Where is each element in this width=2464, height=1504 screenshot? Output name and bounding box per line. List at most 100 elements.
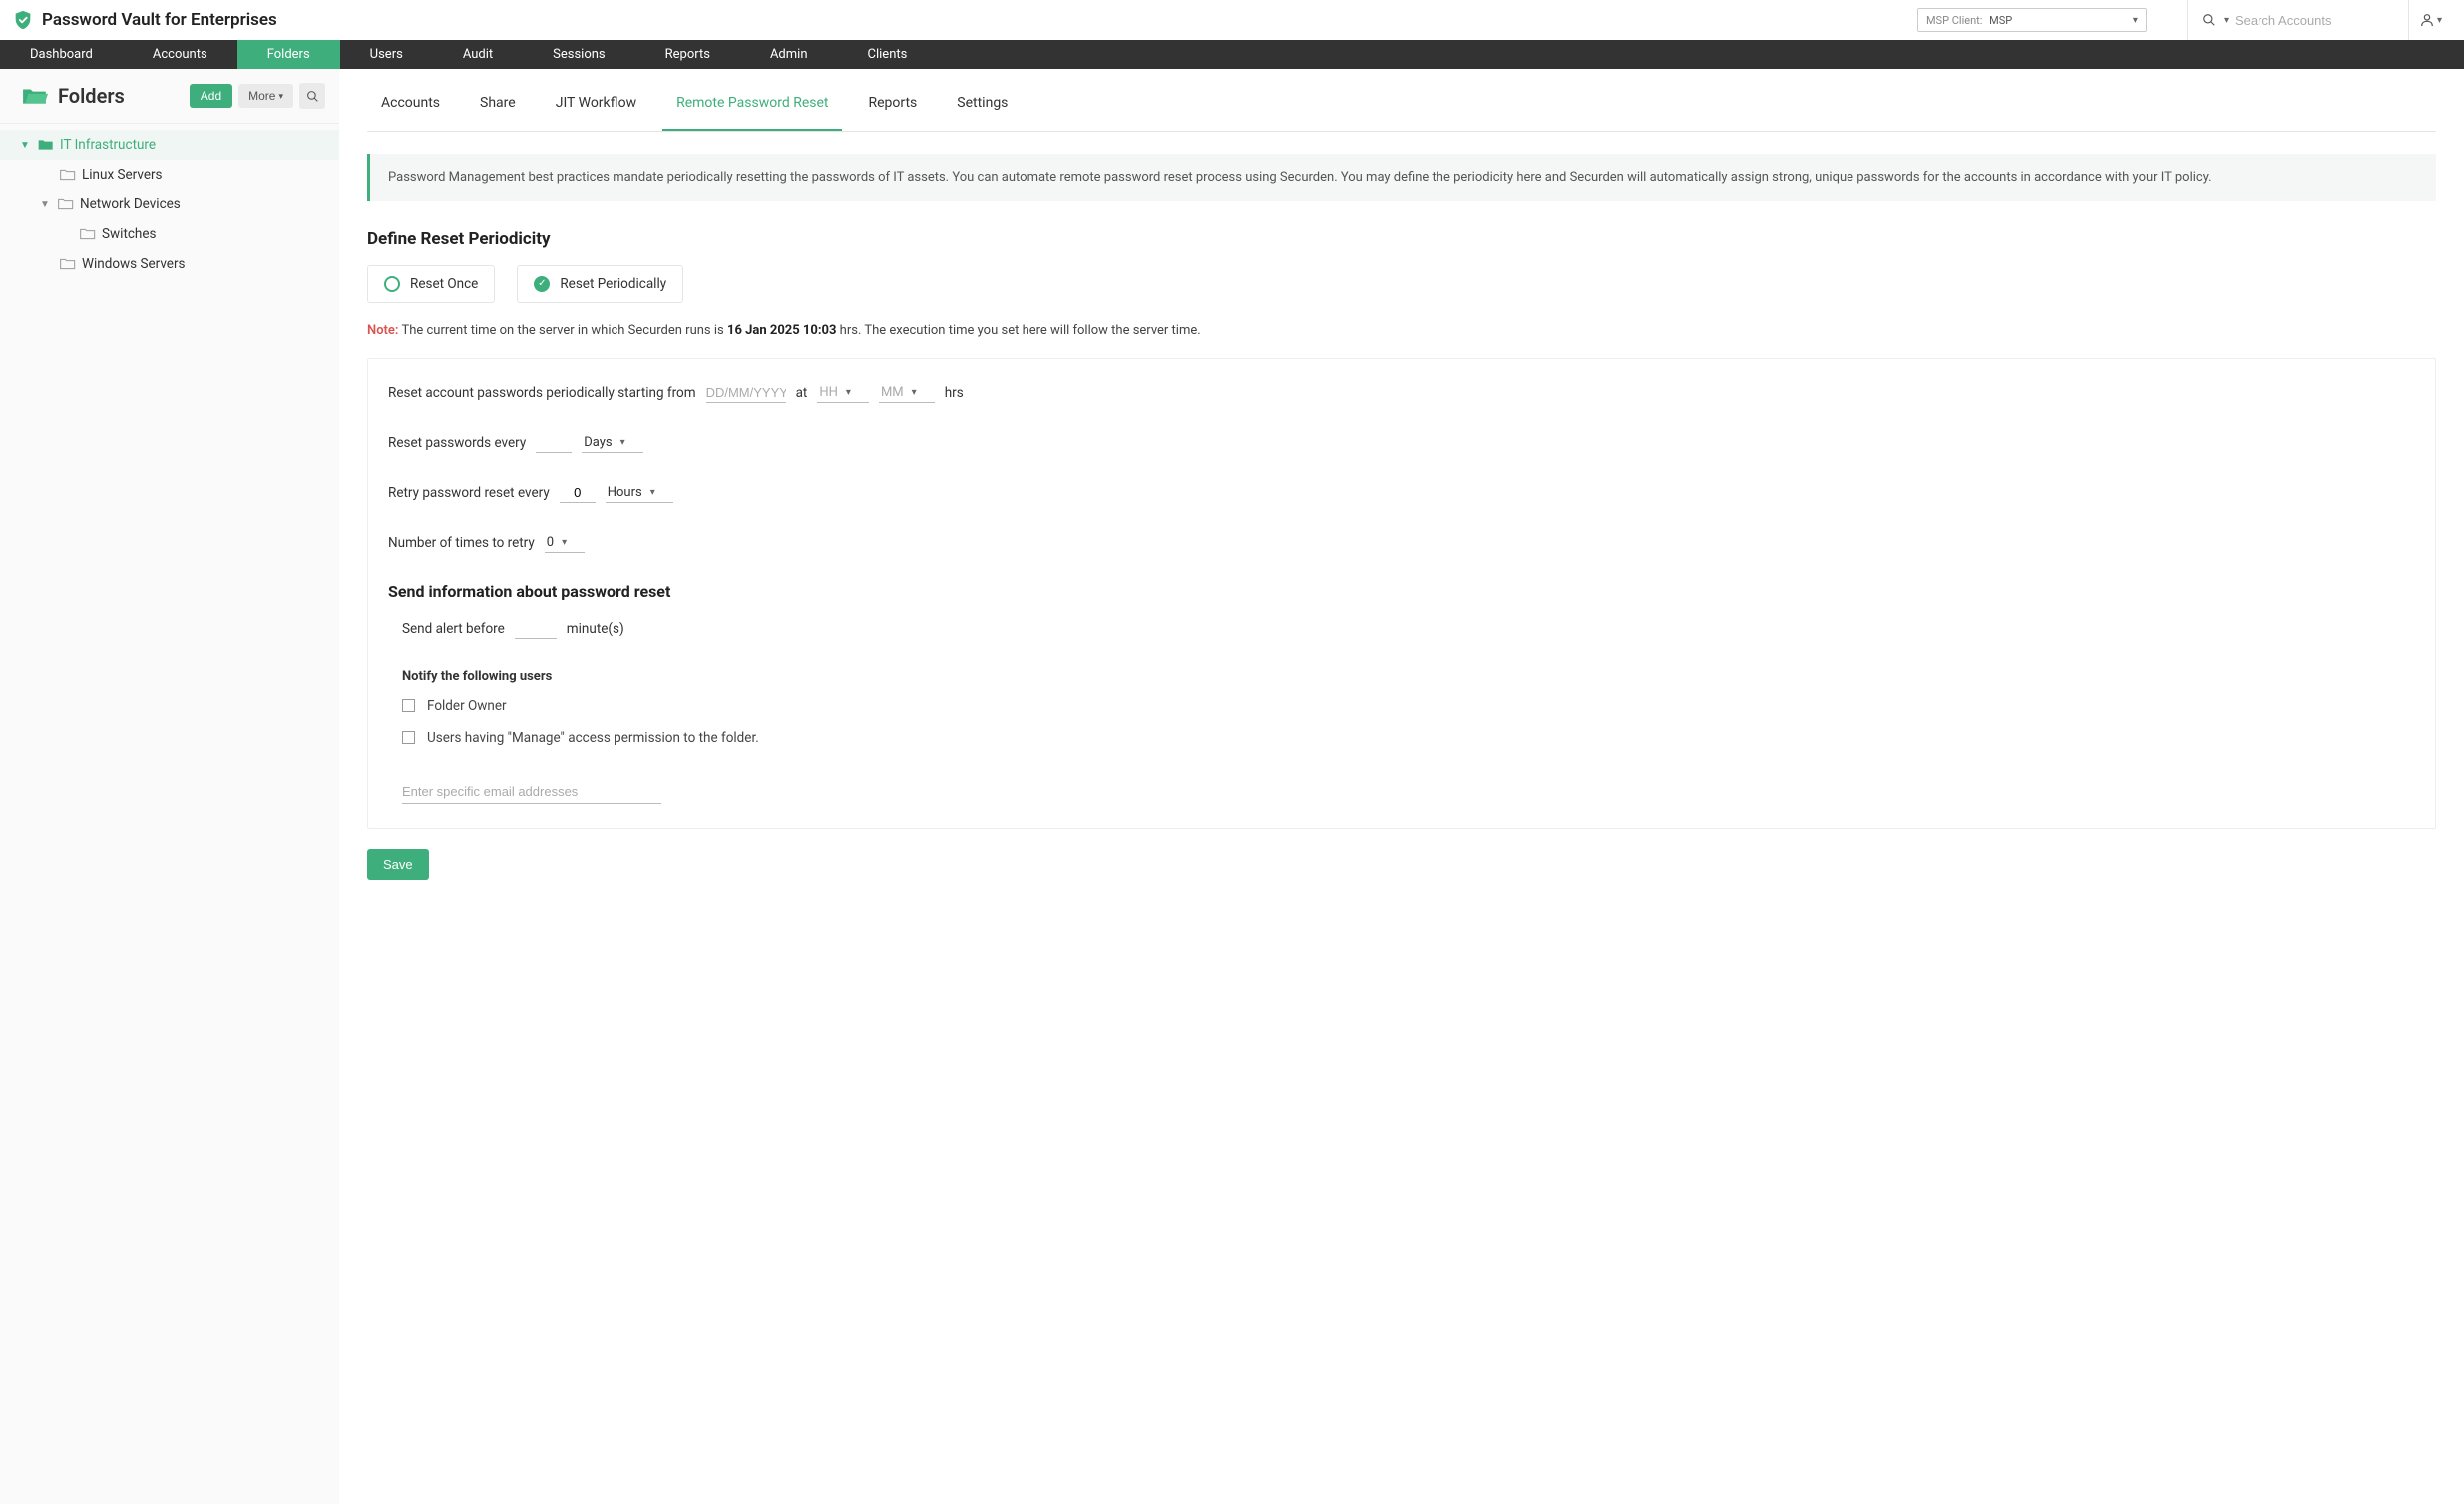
chevron-down-icon: ▾ <box>650 487 655 498</box>
folder-icon <box>58 197 74 211</box>
retry-count-select[interactable]: 0 ▾ <box>545 533 585 553</box>
folder-icon <box>38 138 54 152</box>
check-manage-users[interactable]: Users having "Manage" access permission … <box>402 730 2415 746</box>
sidebar: Folders Add More ▾ ▼ IT Infrastructure L… <box>0 69 339 1504</box>
notify-block: Send alert before minute(s) Notify the f… <box>388 619 2415 804</box>
checkbox-icon <box>402 699 415 712</box>
sidebar-title: Folders <box>58 84 190 108</box>
search-icon <box>306 90 319 103</box>
check-label: Folder Owner <box>427 698 507 714</box>
body-wrap: Folders Add More ▾ ▼ IT Infrastructure L… <box>0 69 2464 1504</box>
msp-client-select[interactable]: MSP Client: MSP ▾ <box>1917 8 2147 32</box>
notify-users-label: Notify the following users <box>402 669 2415 684</box>
email-addresses-input[interactable] <box>402 780 661 804</box>
reset-every-unit-select[interactable]: Days ▾ <box>582 433 642 453</box>
form-row-start-date: Reset account passwords periodically sta… <box>388 383 2415 403</box>
chevron-down-icon[interactable]: ▾ <box>2224 15 2229 26</box>
form-label: Send alert before <box>402 621 505 637</box>
alert-before-input[interactable] <box>515 619 557 639</box>
radio-label: Reset Once <box>410 276 478 292</box>
folder-tree: ▼ IT Infrastructure Linux Servers ▼ Netw… <box>0 124 339 285</box>
more-button[interactable]: More ▾ <box>238 84 293 108</box>
tree-item-it-infrastructure[interactable]: ▼ IT Infrastructure <box>0 130 339 160</box>
tab-jit-workflow[interactable]: JIT Workflow <box>542 77 650 131</box>
topbar-middle: MSP Client: MSP ▾ <box>277 8 2187 32</box>
info-banner: Password Management best practices manda… <box>367 154 2436 201</box>
radio-unchecked-icon <box>384 276 400 292</box>
main-content: Accounts Share JIT Workflow Remote Passw… <box>339 69 2464 1504</box>
minute-select[interactable]: MM ▾ <box>879 383 935 403</box>
logo-wrap: Password Vault for Enterprises <box>12 9 277 31</box>
user-icon <box>2419 12 2435 28</box>
subtabs: Accounts Share JIT Workflow Remote Passw… <box>367 77 2436 132</box>
add-button[interactable]: Add <box>190 84 232 108</box>
search-input[interactable] <box>2235 13 2394 28</box>
nav-users[interactable]: Users <box>340 40 433 69</box>
nav-admin[interactable]: Admin <box>740 40 838 69</box>
chevron-down-icon: ▾ <box>562 537 567 548</box>
nav-clients[interactable]: Clients <box>838 40 938 69</box>
tree-item-label: IT Infrastructure <box>60 137 156 153</box>
radio-row: Reset Once ✓ Reset Periodically <box>367 265 2436 303</box>
top-bar: Password Vault for Enterprises MSP Clien… <box>0 0 2464 40</box>
tab-settings[interactable]: Settings <box>943 77 1022 131</box>
section-title: Define Reset Periodicity <box>367 229 2436 249</box>
nav-sessions[interactable]: Sessions <box>523 40 635 69</box>
tree-item-linux-servers[interactable]: Linux Servers <box>0 160 339 189</box>
notify-section-title: Send information about password reset <box>388 582 2415 601</box>
tree-item-network-devices[interactable]: ▼ Network Devices <box>0 189 339 219</box>
tab-reports[interactable]: Reports <box>854 77 931 131</box>
check-folder-owner[interactable]: Folder Owner <box>402 698 2415 714</box>
shield-icon <box>12 9 34 31</box>
nav-reports[interactable]: Reports <box>635 40 740 69</box>
retry-every-unit-select[interactable]: Hours ▾ <box>606 483 673 503</box>
note-label: Note: <box>367 323 398 338</box>
form-panel: Reset account passwords periodically sta… <box>367 358 2436 829</box>
reset-every-input[interactable] <box>536 433 572 453</box>
retry-every-input[interactable] <box>560 483 596 503</box>
search-icon <box>2202 13 2216 27</box>
tab-remote-password-reset[interactable]: Remote Password Reset <box>662 77 842 131</box>
hour-select[interactable]: HH ▾ <box>817 383 869 403</box>
tree-item-switches[interactable]: Switches <box>0 219 339 249</box>
save-button[interactable]: Save <box>367 849 429 880</box>
tab-share[interactable]: Share <box>466 77 530 131</box>
minutes-label: minute(s) <box>567 621 624 637</box>
form-label: Number of times to retry <box>388 535 535 551</box>
tab-accounts[interactable]: Accounts <box>367 77 454 131</box>
tree-item-label: Switches <box>102 226 157 242</box>
form-label: Reset account passwords periodically sta… <box>388 385 696 401</box>
form-row-retry-every: Retry password reset every Hours ▾ <box>388 483 2415 503</box>
main-nav: Dashboard Accounts Folders Users Audit S… <box>0 40 2464 69</box>
form-label: Retry password reset every <box>388 485 550 501</box>
sidebar-search-button[interactable] <box>299 83 325 109</box>
nav-accounts[interactable]: Accounts <box>123 40 237 69</box>
search-wrap: ▾ <box>2187 0 2408 40</box>
caret-down-icon: ▼ <box>40 199 52 210</box>
topbar-right: ▾ ▾ <box>2187 0 2452 40</box>
start-date-input[interactable] <box>706 383 786 403</box>
form-row-alert-before: Send alert before minute(s) <box>402 619 2415 639</box>
check-label: Users having "Manage" access permission … <box>427 730 759 746</box>
user-menu[interactable]: ▾ <box>2408 0 2452 40</box>
chevron-down-icon: ▾ <box>2437 15 2442 26</box>
sidebar-header: Folders Add More ▾ <box>0 69 339 124</box>
product-title: Password Vault for Enterprises <box>42 10 277 30</box>
nav-folders[interactable]: Folders <box>237 40 340 69</box>
nav-audit[interactable]: Audit <box>433 40 523 69</box>
folder-icon <box>60 168 76 182</box>
nav-dashboard[interactable]: Dashboard <box>0 40 123 69</box>
chevron-down-icon: ▾ <box>846 387 851 398</box>
tree-item-label: Linux Servers <box>82 167 163 183</box>
radio-reset-periodically[interactable]: ✓ Reset Periodically <box>517 265 683 303</box>
tree-item-windows-servers[interactable]: Windows Servers <box>0 249 339 279</box>
folder-icon <box>60 257 76 271</box>
msp-client-value: MSP <box>1989 14 2012 27</box>
tree-item-label: Network Devices <box>80 196 181 212</box>
server-time-note: Note: The current time on the server in … <box>367 323 2436 338</box>
radio-reset-once[interactable]: Reset Once <box>367 265 495 303</box>
checkbox-icon <box>402 731 415 744</box>
chevron-down-icon: ▾ <box>912 387 917 398</box>
form-label: Reset passwords every <box>388 435 526 451</box>
caret-down-icon: ▾ <box>278 91 283 102</box>
